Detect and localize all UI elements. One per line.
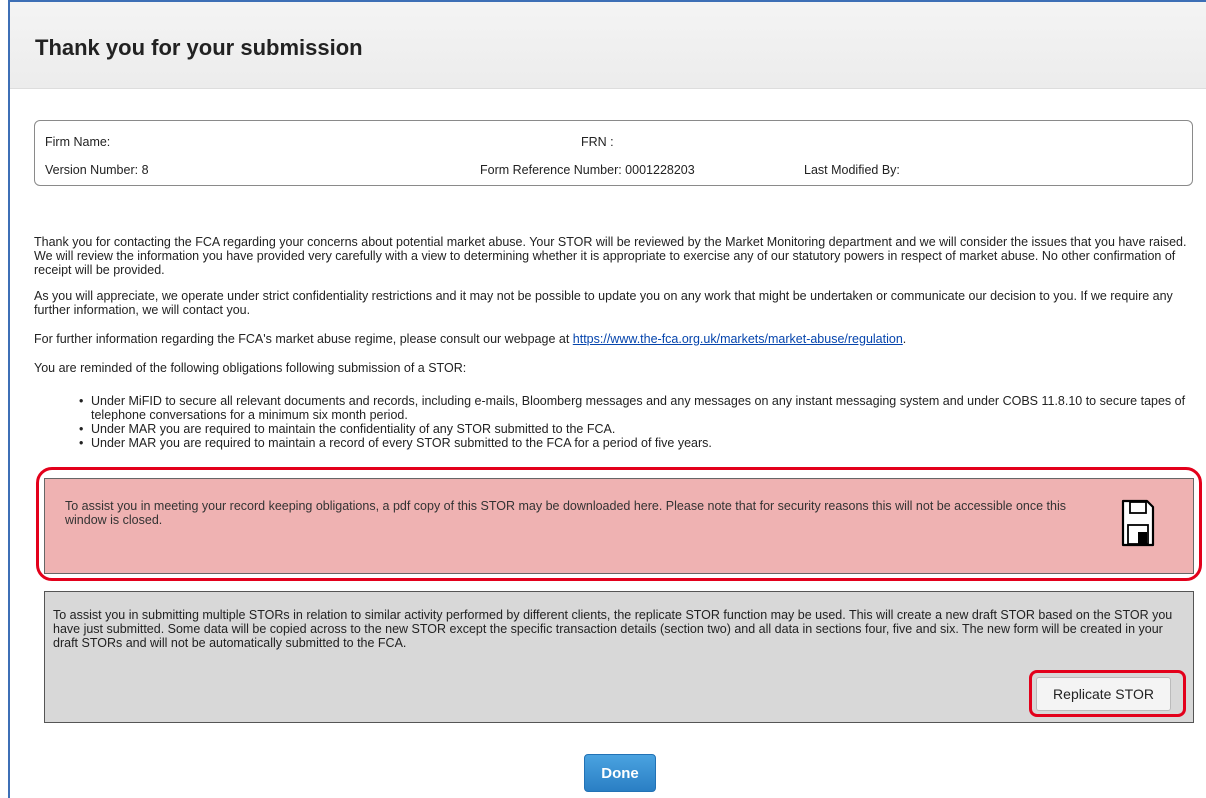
page-title: Thank you for your submission [35, 35, 363, 60]
replicate-panel: To assist you in submitting multiple STO… [44, 591, 1194, 723]
replicate-text: To assist you in submitting multiple STO… [53, 608, 1173, 650]
version-number: Version Number: 8 [45, 163, 149, 177]
firm-name-label: Firm Name: [45, 135, 111, 149]
pdf-panel-highlight [36, 467, 1202, 581]
form-reference-number: Form Reference Number: 0001228203 [480, 163, 695, 177]
window-frame-left [8, 0, 10, 798]
page-header: Thank you for your submission [10, 2, 1206, 89]
list-item: Under MAR you are required to maintain a… [34, 436, 1196, 450]
save-icon[interactable] [1121, 499, 1155, 547]
obligations-intro: You are reminded of the following obliga… [34, 361, 467, 375]
submission-info-box: Firm Name: FRN : Version Number: 8 Form … [34, 120, 1193, 186]
frn-label: FRN : [581, 135, 614, 149]
done-button[interactable]: Done [584, 754, 656, 792]
further-info-suffix: . [902, 332, 907, 346]
further-info-text: For further information regarding the FC… [34, 332, 573, 346]
list-item: Under MAR you are required to maintain t… [34, 422, 1196, 436]
further-info-paragraph: For further information regarding the FC… [34, 332, 1194, 346]
obligations-list: Under MiFID to secure all relevant docum… [34, 394, 1196, 450]
last-modified-by: Last Modified By: [804, 163, 900, 177]
confidentiality-paragraph: As you will appreciate, we operate under… [34, 289, 1173, 317]
confirmation-paragraph: Thank you for contacting the FCA regardi… [34, 235, 1187, 277]
list-item: Under MiFID to secure all relevant docum… [34, 394, 1196, 422]
replicate-button-highlight [1029, 670, 1186, 717]
regulation-link[interactable]: https://www.the-fca.org.uk/markets/marke… [573, 332, 903, 346]
